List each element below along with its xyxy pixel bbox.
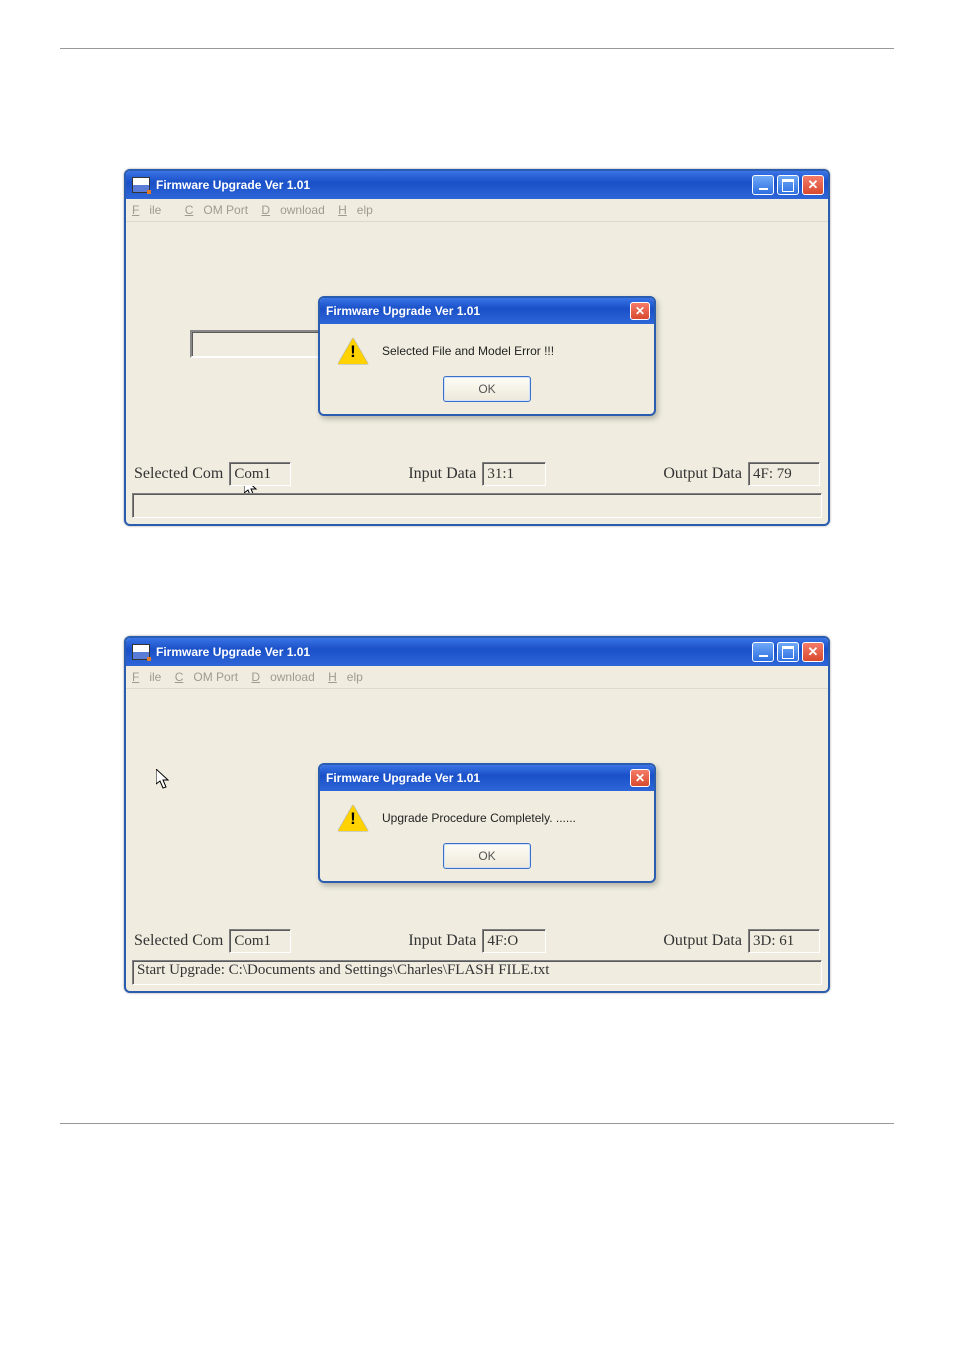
input-data-field: 4F:O [482,929,546,953]
menu-file[interactable]: File [132,670,161,684]
menubar: File COM Port Download Help [126,666,828,689]
main-window: Firmware Upgrade Ver 1.01 ✕ File COM Por… [124,636,830,993]
input-data-label: Input Data [408,932,476,950]
input-data-label: Input Data [408,465,476,483]
dialog-titlebar: Firmware Upgrade Ver 1.01 ✕ [320,765,654,791]
main-titlebar: Firmware Upgrade Ver 1.01 ✕ [126,171,828,199]
menu-download[interactable]: Download [261,203,324,217]
menu-help[interactable]: Help [328,670,363,684]
output-data-label: Output Data [663,465,742,483]
dialog-message: Upgrade Procedure Completely. ...... [382,811,576,825]
cursor-icon [156,769,172,791]
alert-dialog: Firmware Upgrade Ver 1.01 ✕ ! Upgrade Pr… [318,763,656,883]
status-line: Start Upgrade: C:\Documents and Settings… [132,960,822,985]
close-button[interactable]: ✕ [802,642,824,662]
dialog-title: Firmware Upgrade Ver 1.01 [326,771,480,785]
dialog-message: Selected File and Model Error !!! [382,344,554,358]
maximize-button[interactable] [777,642,799,662]
dialog-close-button[interactable]: ✕ [630,302,650,320]
window-title: Firmware Upgrade Ver 1.01 [156,178,310,192]
screenshot-1: Firmware Upgrade Ver 1.01 ✕ File COM Por… [124,169,830,526]
menu-help[interactable]: Help [338,203,373,217]
minimize-button[interactable] [752,175,774,195]
top-rule [60,48,894,49]
dialog-title: Firmware Upgrade Ver 1.01 [326,304,480,318]
menu-download[interactable]: Download [251,670,314,684]
window-title: Firmware Upgrade Ver 1.01 [156,645,310,659]
menu-comport[interactable]: COM Port [175,670,238,684]
selected-com-label: Selected Com [134,932,223,950]
selected-com-field[interactable]: Com1 [229,929,291,953]
menu-comport[interactable]: COM Port [185,203,248,217]
bottom-rule [60,1123,894,1124]
status-row: Selected Com Com1 Input Data 31:1 Output… [134,462,820,486]
screenshot-2: Firmware Upgrade Ver 1.01 ✕ File COM Por… [124,636,830,993]
input-data-field: 31:1 [482,462,546,486]
main-titlebar: Firmware Upgrade Ver 1.01 ✕ [126,638,828,666]
dialog-titlebar: Firmware Upgrade Ver 1.01 ✕ [320,298,654,324]
status-row: Selected Com Com1 Input Data 4F:O Output… [134,929,820,953]
output-data-field: 4F: 79 [748,462,820,486]
progress-bezel [190,330,334,358]
output-data-label: Output Data [663,932,742,950]
selected-com-field[interactable]: Com1 [229,462,291,486]
output-data-field: 3D: 61 [748,929,820,953]
close-button[interactable]: ✕ [802,175,824,195]
warning-icon: ! [338,805,368,831]
menu-file[interactable]: File [132,203,171,217]
app-icon [132,644,150,660]
selected-com-label: Selected Com [134,465,223,483]
ok-button[interactable]: OK [443,843,531,869]
menubar: File COM Port Download Help [126,199,828,222]
ok-button[interactable]: OK [443,376,531,402]
warning-icon: ! [338,338,368,364]
main-window: Firmware Upgrade Ver 1.01 ✕ File COM Por… [124,169,830,526]
minimize-button[interactable] [752,642,774,662]
status-line [132,493,822,518]
dialog-close-button[interactable]: ✕ [630,769,650,787]
alert-dialog: Firmware Upgrade Ver 1.01 ✕ ! Selected F… [318,296,656,416]
app-icon [132,177,150,193]
maximize-button[interactable] [777,175,799,195]
